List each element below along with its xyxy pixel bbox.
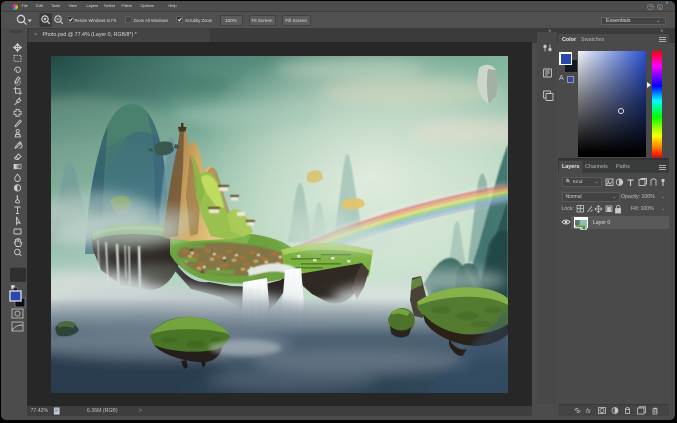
svg-text:fx: fx	[586, 409, 592, 415]
